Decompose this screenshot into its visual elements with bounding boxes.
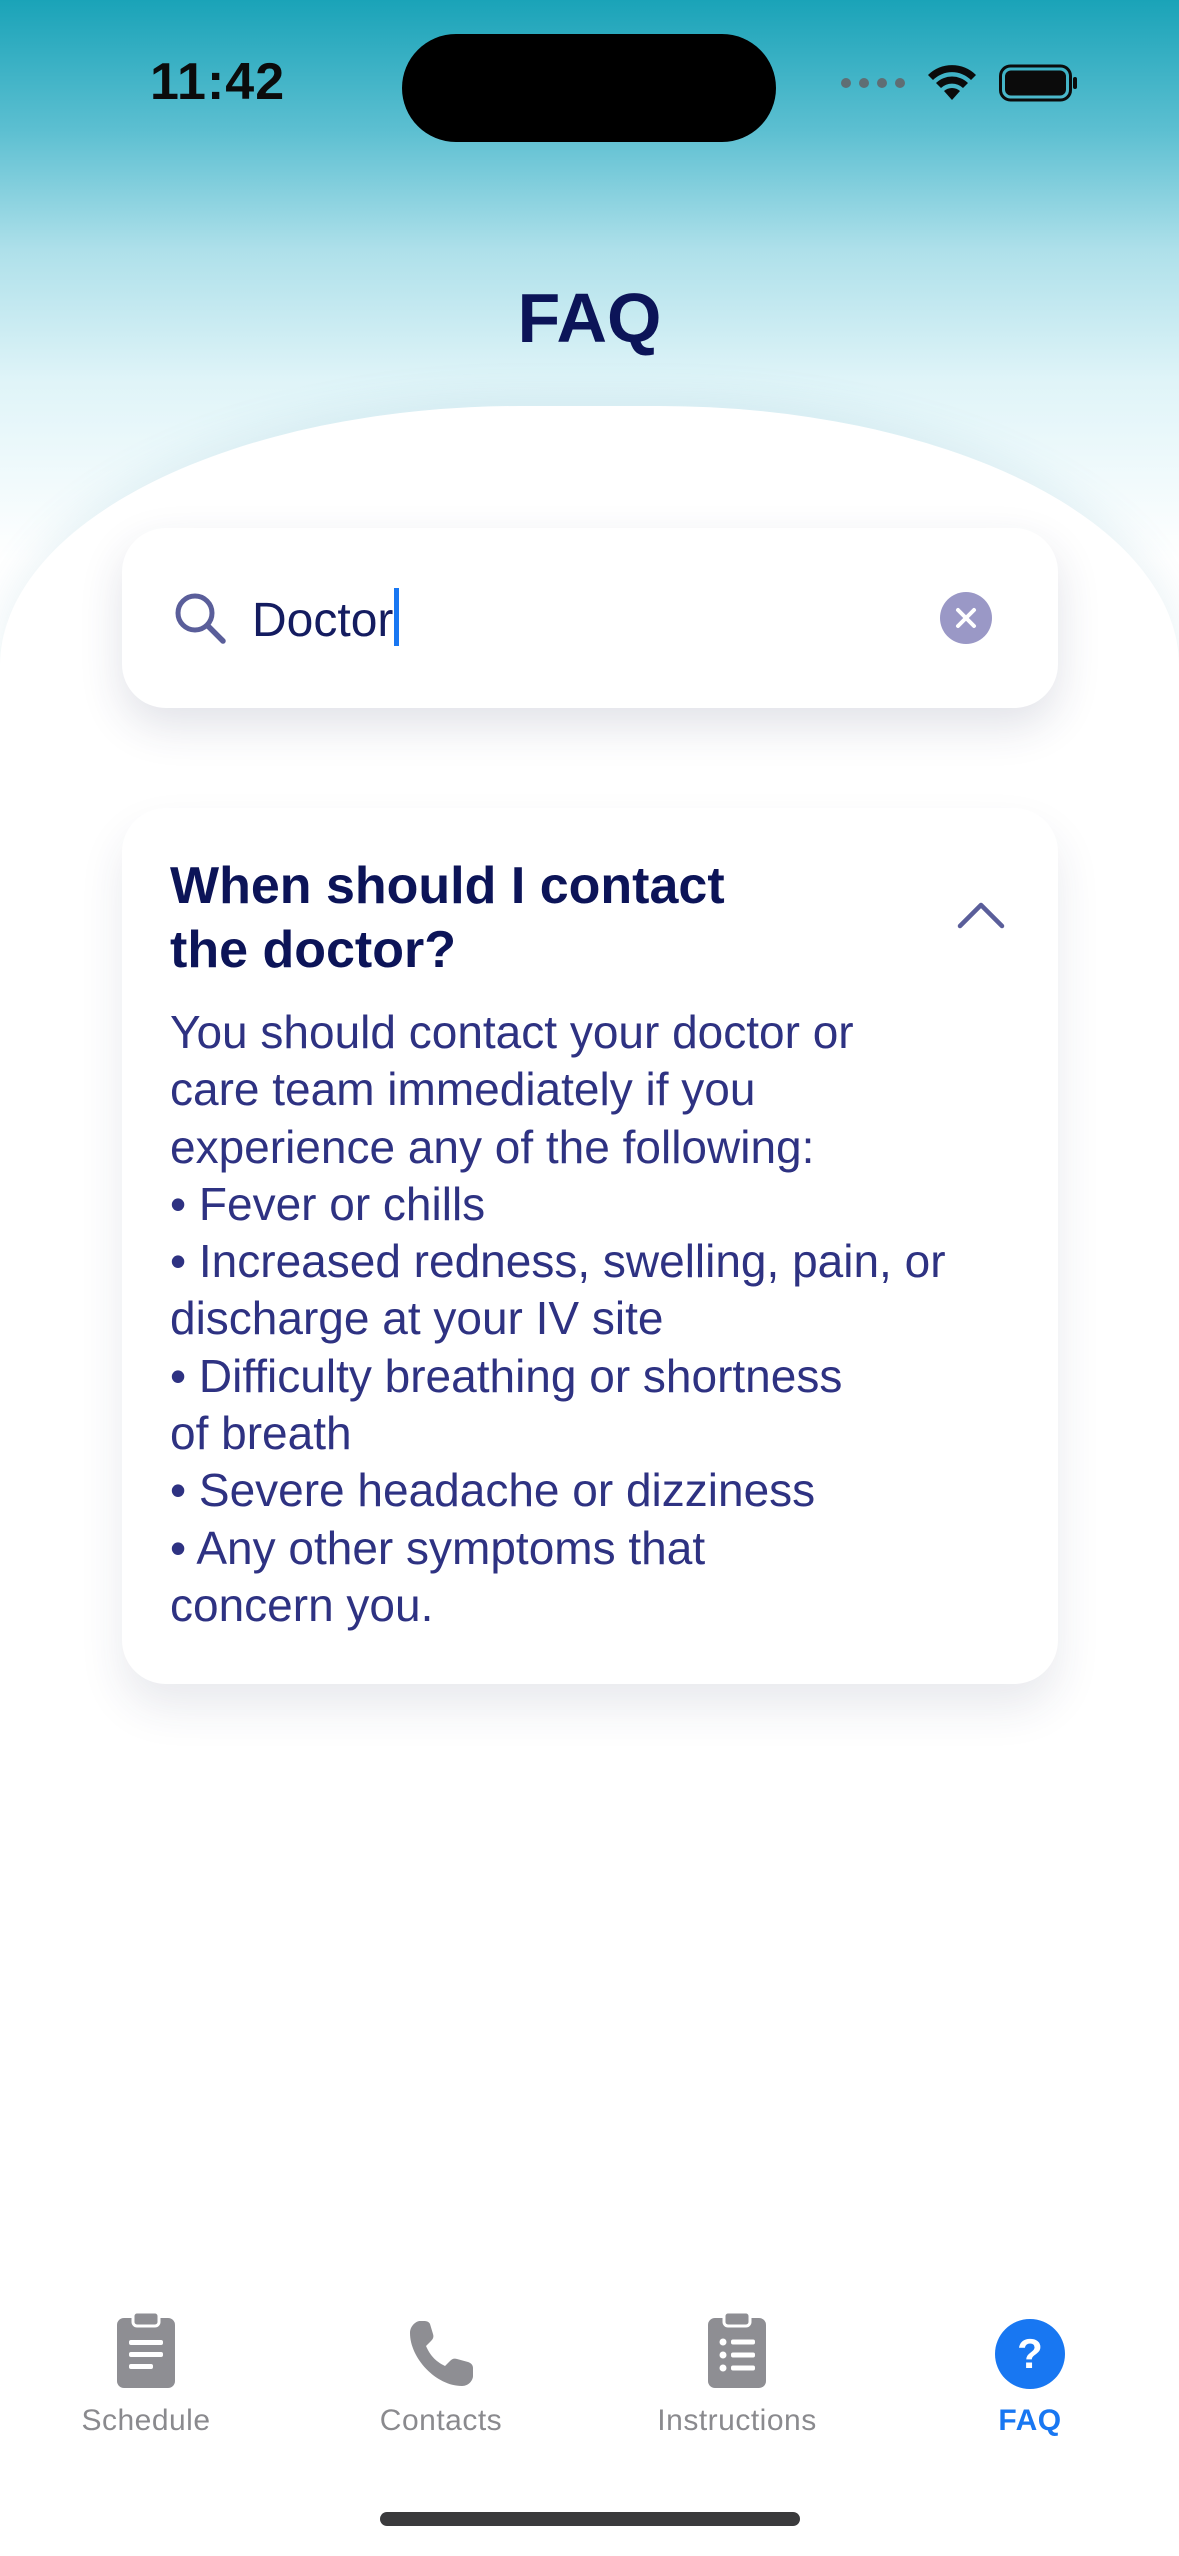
search-bar[interactable]: Doctor <box>122 528 1058 708</box>
faq-item: When should I contact the doctor? You sh… <box>122 808 1058 1684</box>
faq-question-text: When should I contact the doctor? <box>170 857 725 979</box>
clipboard-icon <box>117 2310 175 2388</box>
question-circle-icon: ? <box>995 2319 1065 2389</box>
status-time: 11:42 <box>150 53 286 111</box>
tab-label: Contacts <box>379 2404 503 2437</box>
wifi-icon <box>928 65 976 100</box>
faq-answer: You should contact your doctor or care t… <box>170 1006 946 1631</box>
faq-question[interactable]: When should I contact the doctor? <box>170 854 830 982</box>
phone-icon <box>410 2321 473 2386</box>
tab-instructions[interactable]: Instructions <box>617 2300 857 2438</box>
tab-contacts[interactable]: Contacts <box>321 2300 561 2438</box>
tab-bar: Schedule Contacts Instructions ? FAQ <box>0 2300 1179 2480</box>
tab-label: FAQ <box>998 2404 1062 2437</box>
tab-label: Instructions <box>657 2404 817 2437</box>
text-caret <box>394 588 400 646</box>
battery-icon <box>999 64 1077 102</box>
dynamic-island <box>402 34 776 142</box>
tab-faq[interactable]: ? FAQ <box>910 2300 1150 2438</box>
search-icon <box>175 593 226 644</box>
status-icons <box>841 64 1079 102</box>
search-input[interactable]: Doctor <box>252 588 400 648</box>
checklist-icon <box>708 2310 766 2388</box>
svg-text:?: ? <box>1017 2330 1043 2377</box>
chevron-up-icon[interactable] <box>956 900 1006 930</box>
page-title: FAQ <box>517 279 662 357</box>
search-value: Doctor <box>252 594 394 647</box>
home-indicator[interactable] <box>380 2512 800 2526</box>
tab-schedule[interactable]: Schedule <box>26 2300 266 2438</box>
tab-label: Schedule <box>81 2404 211 2437</box>
cellular-icon <box>841 78 905 88</box>
clear-search-button[interactable] <box>940 592 992 644</box>
close-icon <box>956 608 976 628</box>
